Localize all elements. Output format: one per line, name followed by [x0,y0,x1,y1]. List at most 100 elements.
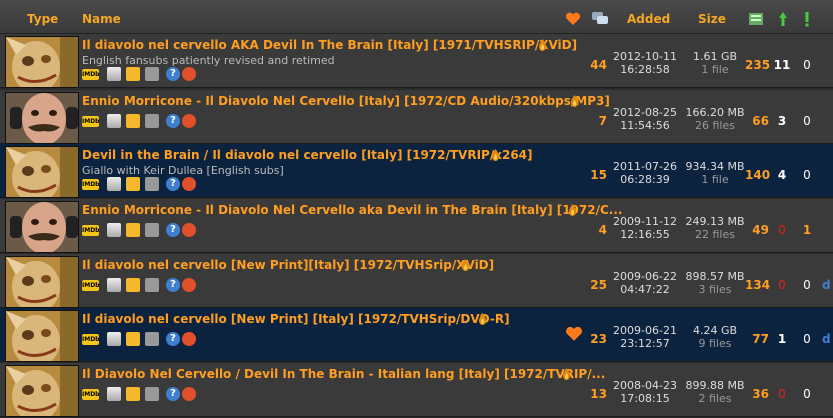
folder-icon[interactable] [126,67,140,81]
network-icon[interactable] [145,177,159,191]
seeders-count: 49 [752,223,769,237]
col-size[interactable]: Size [698,12,726,26]
completed-icon[interactable] [803,11,811,27]
favorite-heart-icon[interactable] [565,326,583,342]
hot-icon [571,95,578,107]
help-icon[interactable]: ? [166,223,180,237]
size-value: 898.57 MB [685,270,745,283]
col-name[interactable]: Name [82,12,121,26]
help-icon[interactable]: ? [166,278,180,292]
star-icon[interactable] [182,278,196,292]
star-icon[interactable] [182,387,196,401]
imdb-icon[interactable]: IMDb [82,334,99,345]
help-icon[interactable]: ? [166,177,180,191]
torrent-title-link[interactable]: Il Diavolo Nel Cervello / Devil In The B… [82,367,605,381]
hot-icon [569,204,576,216]
download-icon[interactable] [107,387,121,401]
extra-link[interactable]: d [822,332,831,346]
added-date: 2011-07-26 06:28:39 [610,160,680,186]
imdb-icon[interactable]: IMDb [82,280,99,291]
thumbnail-image[interactable] [5,256,79,308]
added-day: 2011-07-26 [613,160,677,173]
thumbnail-image[interactable] [5,92,79,144]
thumbnail-image[interactable] [5,365,79,417]
table-row[interactable]: Devil in the Brain / Il diavolo nel cerv… [0,144,833,198]
table-row[interactable]: Il Diavolo Nel Cervello / Devil In The B… [0,363,833,417]
torrent-size: 899.88 MB 2 files [685,379,745,405]
hot-icon [479,313,486,325]
star-icon[interactable] [182,114,196,128]
col-type[interactable]: Type [27,12,58,26]
star-icon[interactable] [182,67,196,81]
network-icon[interactable] [145,114,159,128]
table-header: Type Name Added Size [0,0,833,34]
imdb-icon[interactable]: IMDb [82,179,99,190]
extra-link[interactable]: d [822,278,831,292]
download-icon[interactable] [107,332,121,346]
torrent-title-link[interactable]: Il diavolo nel cervello AKA Devil In The… [82,38,577,52]
completed-count: 1 [802,223,812,237]
comments-count[interactable]: 15 [585,168,607,182]
added-date: 2008-04-23 17:08:15 [610,379,680,405]
comments-icon[interactable] [591,11,609,27]
thumbnail-image[interactable] [5,146,79,198]
torrent-title-link[interactable]: Il diavolo nel cervello [New Print][Ital… [82,258,494,272]
folder-icon[interactable] [126,114,140,128]
table-row[interactable]: Il diavolo nel cervello [New Print][Ital… [0,254,833,308]
download-icon[interactable] [107,278,121,292]
folder-icon[interactable] [126,223,140,237]
seeders-count: 66 [752,114,769,128]
network-icon[interactable] [145,223,159,237]
table-row[interactable]: Ennio Morricone - Il Diavolo Nel Cervell… [0,90,833,144]
comments-count[interactable]: 25 [585,278,607,292]
download-icon[interactable] [107,67,121,81]
thumbnail-image[interactable] [5,36,79,88]
arrow-up-icon[interactable] [778,11,788,27]
folder-icon[interactable] [126,177,140,191]
comments-count[interactable]: 44 [585,58,607,72]
thumbnail-image[interactable] [5,310,79,362]
download-icon[interactable] [107,114,121,128]
torrent-title-link[interactable]: Ennio Morricone - Il Diavolo Nel Cervell… [82,203,623,217]
table-row[interactable]: Il diavolo nel cervello AKA Devil In The… [0,34,833,88]
heart-icon[interactable] [565,12,581,26]
network-icon[interactable] [145,67,159,81]
comments-count[interactable]: 13 [585,387,607,401]
torrent-title-link[interactable]: Devil in the Brain / Il diavolo nel cerv… [82,148,533,162]
imdb-icon[interactable]: IMDb [82,225,99,236]
torrent-title-link[interactable]: Ennio Morricone - Il Diavolo Nel Cervell… [82,94,610,108]
torrent-title-link[interactable]: Il diavolo nel cervello [New Print] [Ita… [82,312,510,326]
folder-icon[interactable] [126,332,140,346]
col-added[interactable]: Added [627,12,670,26]
file-count: 9 files [698,337,732,350]
comments-count[interactable]: 23 [585,332,607,346]
seeders-icon[interactable] [748,12,764,26]
table-row[interactable]: Il diavolo nel cervello [New Print] [Ita… [0,308,833,362]
comments-count[interactable]: 7 [585,114,607,128]
added-day: 2009-06-22 [613,270,677,283]
folder-icon[interactable] [126,387,140,401]
torrent-description: Giallo with Keir Dullea [English subs] [82,164,284,177]
imdb-icon[interactable]: IMDb [82,69,99,80]
star-icon[interactable] [182,177,196,191]
thumbnail-image[interactable] [5,201,79,253]
network-icon[interactable] [145,332,159,346]
help-icon[interactable]: ? [166,67,180,81]
folder-icon[interactable] [126,278,140,292]
added-time: 17:08:15 [620,392,670,405]
help-icon[interactable]: ? [166,114,180,128]
download-icon[interactable] [107,177,121,191]
star-icon[interactable] [182,332,196,346]
imdb-icon[interactable]: IMDb [82,389,99,400]
added-time: 12:16:55 [620,228,670,241]
star-icon[interactable] [182,223,196,237]
help-icon[interactable]: ? [166,332,180,346]
help-icon[interactable]: ? [166,387,180,401]
imdb-icon[interactable]: IMDb [82,116,99,127]
comments-count[interactable]: 4 [585,223,607,237]
network-icon[interactable] [145,387,159,401]
torrent-size: 934.34 MB 1 file [685,160,745,186]
download-icon[interactable] [107,223,121,237]
table-row[interactable]: Ennio Morricone - Il Diavolo Nel Cervell… [0,199,833,253]
network-icon[interactable] [145,278,159,292]
